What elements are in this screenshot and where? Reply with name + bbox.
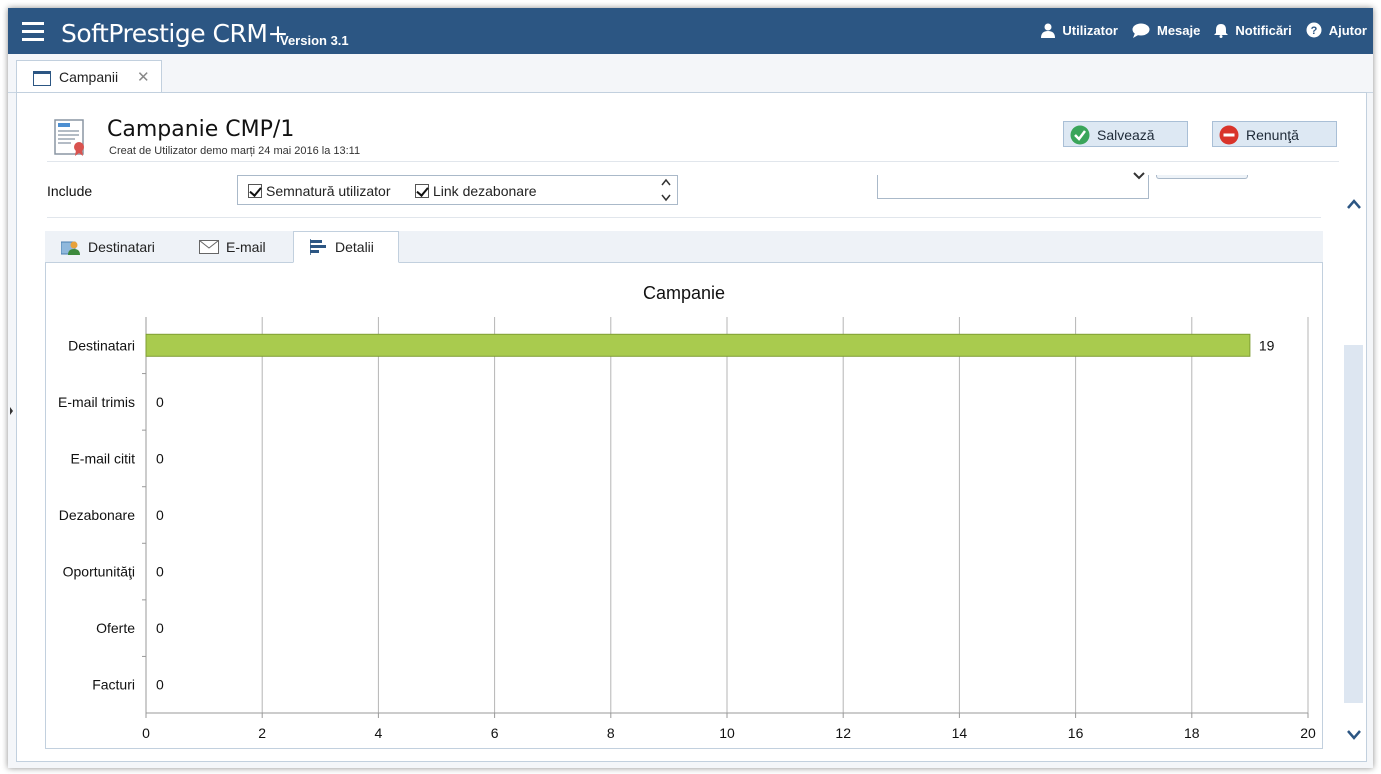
tab-email[interactable]: E-mail <box>199 231 289 263</box>
scrollbar-thumb[interactable] <box>1344 345 1363 703</box>
include-options-box: Semnatură utilizator Link dezabonare <box>237 175 678 205</box>
data-label: 0 <box>156 564 164 580</box>
chart-panel: Campanie 0 2 4 6 8 10 12 14 16 18 20 Destinatari 19 E-… <box>45 263 1323 749</box>
x-tick-label: 0 <box>142 725 150 741</box>
close-icon[interactable]: ✕ <box>137 68 150 86</box>
x-tick-label: 14 <box>952 725 968 741</box>
menu-utilizator[interactable]: Utilizator <box>1041 23 1118 38</box>
campaign-bar-chart: Campanie 0 2 4 6 8 10 12 14 16 18 20 Destinatari 19 E-… <box>58 283 1316 741</box>
app-title: SoftPrestige CRM+ <box>61 19 288 48</box>
tab-campanii-label: Campanii <box>59 69 119 85</box>
x-tick-label: 2 <box>258 725 266 741</box>
page-subtitle: Creat de Utilizator demo marți 24 mai 20… <box>109 145 361 157</box>
svg-text:?: ? <box>1310 25 1317 37</box>
app-version: Version 3.1 <box>280 33 349 48</box>
data-label: 0 <box>156 450 164 466</box>
category-label: Facturi <box>92 677 135 693</box>
page-title: Campanie CMP/1 <box>107 117 295 142</box>
category-label: Oportunităţi <box>63 564 135 580</box>
dropdown-field[interactable] <box>877 172 1149 199</box>
tab-email-label: E-mail <box>226 239 266 255</box>
checkbox-link-dezabonare[interactable]: Link dezabonare <box>415 183 537 199</box>
menu-ajutor-label: Ajutor <box>1328 22 1367 38</box>
detail-tabbar: Destinatari E-mail Detalii <box>45 231 1323 263</box>
checkbox-check-icon <box>248 184 262 198</box>
chat-bubble-icon <box>1132 23 1150 38</box>
tab-detalii-label: Detalii <box>335 239 374 255</box>
category-label: Destinatari <box>68 337 135 353</box>
divider <box>47 161 1339 162</box>
menu-mesaje-label: Mesaje <box>1157 22 1201 38</box>
menu-mesaje[interactable]: Mesaje <box>1132 23 1200 38</box>
x-tick-label: 8 <box>607 725 615 741</box>
menu-notificari-label: Notificări <box>1235 22 1292 38</box>
x-tick-label: 10 <box>719 725 735 741</box>
menu-notificari[interactable]: Notificări <box>1214 22 1292 38</box>
bar <box>145 333 1251 357</box>
envelope-icon <box>199 240 219 254</box>
chevron-down-icon[interactable] <box>1346 728 1362 742</box>
data-label: 0 <box>156 507 164 523</box>
checkbox-check-icon <box>415 184 429 198</box>
no-entry-icon <box>1219 125 1239 145</box>
cancel-button[interactable]: Renunţă <box>1212 121 1337 147</box>
x-tick-label: 16 <box>1068 725 1084 741</box>
checkbox-semnatura-label: Semnatură utilizator <box>266 183 391 199</box>
hamburger-menu-icon[interactable] <box>22 22 44 42</box>
user-icon <box>1041 23 1056 38</box>
bell-icon <box>1214 23 1229 38</box>
vertical-scrollbar[interactable] <box>1341 175 1365 757</box>
cancel-button-label: Renunţă <box>1246 127 1299 143</box>
dropdown-side-button[interactable] <box>1156 175 1248 179</box>
menu-utilizator-label: Utilizator <box>1062 22 1118 38</box>
top-menu: Utilizator Mesaje Notificări ? Ajutor <box>1027 22 1367 38</box>
bar-chart-icon <box>310 239 326 255</box>
tab-campanii[interactable]: Campanii ✕ <box>16 60 162 92</box>
campaign-document-icon <box>54 119 84 156</box>
document-tabstrip: Campanii ✕ <box>8 54 1373 93</box>
chevron-down-icon <box>1133 172 1145 180</box>
tab-destinatari[interactable]: Destinatari <box>61 231 183 263</box>
category-label: E-mail citit <box>70 450 135 466</box>
data-label: 0 <box>156 620 164 636</box>
recipients-icon <box>61 241 80 255</box>
category-label: Oferte <box>96 620 135 636</box>
tab-detalii[interactable]: Detalii <box>293 231 399 263</box>
top-bar: SoftPrestige CRM+ Version 3.1 Utilizator… <box>8 8 1373 54</box>
x-tick-label: 20 <box>1300 725 1316 741</box>
checkbox-link-label: Link dezabonare <box>433 183 537 199</box>
chart-title: Campanie <box>643 283 725 303</box>
app-window: SoftPrestige CRM+ Version 3.1 Utilizator… <box>8 8 1373 768</box>
tab-destinatari-label: Destinatari <box>88 239 155 255</box>
data-label: 19 <box>1259 337 1275 353</box>
checkmark-circle-icon <box>1070 125 1090 145</box>
category-label: E-mail trimis <box>58 394 135 410</box>
save-button[interactable]: Salvează <box>1063 121 1188 147</box>
content-panel: Campanie CMP/1 Creat de Utilizator demo … <box>16 92 1367 762</box>
chevron-up-icon[interactable] <box>1346 197 1362 211</box>
data-label: 0 <box>156 394 164 410</box>
spinner-arrows-icon[interactable] <box>659 176 673 204</box>
category-label: Dezabonare <box>59 507 135 523</box>
menu-ajutor[interactable]: ? Ajutor <box>1306 22 1367 38</box>
include-label: Include <box>47 183 93 199</box>
divider <box>47 217 1321 218</box>
checkbox-semnatura-utilizator[interactable]: Semnatură utilizator <box>248 183 391 199</box>
x-tick-label: 6 <box>491 725 499 741</box>
data-label: 0 <box>156 677 164 693</box>
x-tick-label: 18 <box>1184 725 1200 741</box>
window-icon <box>33 71 51 86</box>
help-circle-icon: ? <box>1306 22 1322 38</box>
x-tick-label: 4 <box>375 725 383 741</box>
x-tick-label: 12 <box>835 725 851 741</box>
expand-left-panel-icon[interactable] <box>8 394 15 428</box>
save-button-label: Salvează <box>1097 127 1155 143</box>
